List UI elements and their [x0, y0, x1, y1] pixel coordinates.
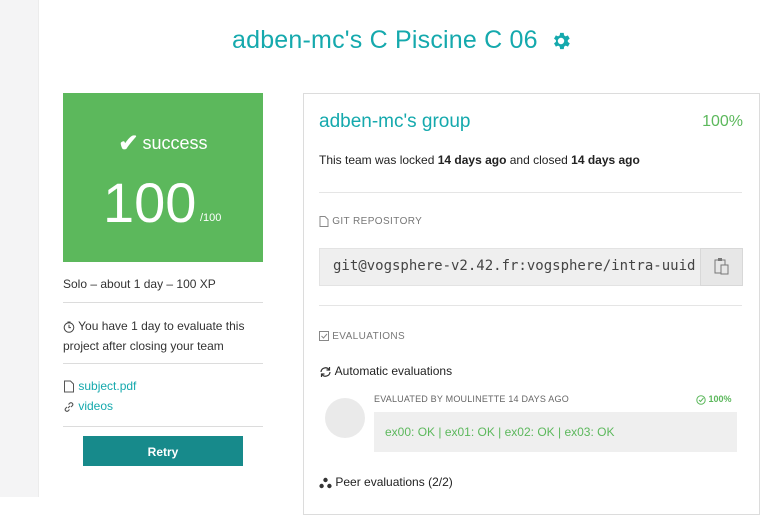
auto-eval-percent-value: 100%	[708, 394, 732, 404]
attachment-subject[interactable]: subject.pdf	[63, 376, 263, 396]
evaluated-by: EVALUATED BY MOULINETTE 14 DAYS AGO	[374, 394, 569, 404]
score-status-label: success	[142, 133, 208, 153]
evaluation-result-box: ex00: OK | ex01: OK | ex02: OK | ex03: O…	[374, 412, 737, 452]
attachments-list: subject.pdf videos	[63, 376, 263, 416]
peer-evaluations-title: Peer evaluations (2/2)	[319, 475, 453, 489]
divider	[319, 305, 742, 306]
peer-evaluations-label: Peer evaluations (2/2)	[335, 475, 453, 489]
git-repo-url[interactable]: git@vogsphere-v2.42.fr:vogsphere/intra-u…	[333, 258, 695, 274]
divider	[63, 302, 263, 303]
evaluations-header-label: EVALUATIONS	[332, 331, 406, 342]
automatic-evaluations-label: Automatic evaluations	[334, 364, 453, 378]
attachment-videos[interactable]: videos	[63, 396, 263, 416]
automatic-evaluations-title: Automatic evaluations	[319, 364, 452, 378]
project-title: adben-mc's C Piscine C 06	[232, 26, 538, 54]
locked-prefix: This team was locked	[319, 153, 438, 167]
team-status-line: This team was locked 14 days ago and clo…	[319, 153, 640, 167]
score-status: ✔ success	[63, 129, 263, 158]
score-value: 100	[103, 171, 197, 234]
project-meta: Solo – about 1 day – 100 XP	[63, 277, 216, 291]
file-icon	[319, 216, 329, 227]
closed-prefix: and closed	[506, 153, 572, 167]
git-section-header: GIT REPOSITORY	[319, 216, 422, 227]
left-sidebar-strip	[0, 0, 39, 497]
evaluate-notice-text: You have 1 day to evaluate this project …	[63, 319, 245, 353]
evaluate-notice: You have 1 day to evaluate this project …	[63, 316, 263, 356]
score-max: /100	[200, 212, 222, 224]
retry-button[interactable]: Retry	[83, 436, 243, 466]
clock-icon	[63, 321, 75, 333]
evaluations-section-header: EVALUATIONS	[319, 331, 405, 342]
divider	[319, 192, 742, 193]
closed-time: 14 days ago	[571, 153, 640, 167]
checkbox-icon	[319, 331, 329, 342]
document-icon	[64, 380, 74, 393]
score-card: ✔ success 100 /100	[63, 93, 263, 262]
group-title[interactable]: adben-mc's group	[319, 111, 471, 133]
locked-time: 14 days ago	[437, 153, 507, 167]
gear-icon[interactable]	[550, 30, 572, 52]
checkmark-icon: ✔	[118, 130, 139, 157]
refresh-icon	[320, 366, 331, 377]
clipboard-icon	[714, 258, 729, 275]
peers-icon	[319, 477, 332, 489]
copy-button[interactable]	[700, 248, 743, 286]
git-header-label: GIT REPOSITORY	[332, 216, 423, 228]
avatar[interactable]	[325, 398, 365, 438]
evaluation-result: ex00: OK | ex01: OK | ex02: OK | ex03: O…	[385, 425, 615, 439]
divider	[63, 426, 263, 427]
check-circle-icon	[696, 394, 706, 405]
divider	[63, 363, 263, 364]
git-repo-field[interactable]: git@vogsphere-v2.42.fr:vogsphere/intra-u…	[319, 248, 700, 286]
auto-eval-percent: 100%	[696, 394, 732, 405]
link-icon	[64, 401, 74, 412]
team-panel: adben-mc's group 100% This team was lock…	[303, 93, 760, 515]
videos-link[interactable]: videos	[78, 399, 113, 413]
subject-pdf-link[interactable]: subject.pdf	[78, 379, 136, 393]
group-percent: 100%	[702, 113, 743, 130]
